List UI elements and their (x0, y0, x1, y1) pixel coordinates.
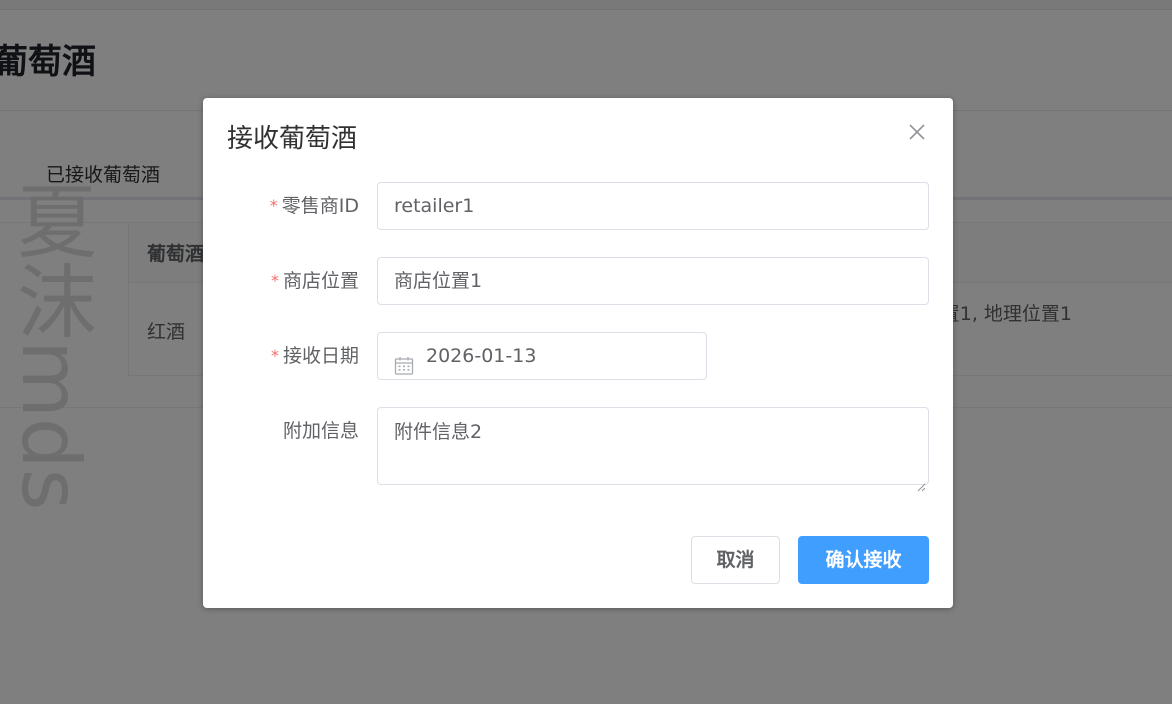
extra-info-label: 附加信息 (282, 420, 359, 442)
required-mark: * (269, 196, 278, 215)
retailer-id-input[interactable]: retailer1 (377, 182, 929, 230)
extra-info-value: 附件信息2 (394, 421, 483, 443)
close-icon[interactable] (903, 118, 931, 146)
receive-date-picker[interactable]: 2026-01-13 (377, 332, 707, 380)
receive-date-label: * 接收日期 (270, 345, 359, 367)
receive-date-value: 2026-01-13 (426, 345, 537, 367)
retailer-id-label: * 零售商ID (269, 195, 359, 217)
dialog-title: 接收葡萄酒 (227, 124, 358, 154)
cancel-button[interactable]: 取消 (691, 536, 780, 584)
store-location-input[interactable]: 商店位置1 (377, 257, 929, 305)
receive-wine-dialog: 接收葡萄酒 * 零售商ID retailer1 * 商店位置 商店位置1 * 接收日期 (203, 98, 953, 608)
resize-handle-icon[interactable] (916, 472, 926, 492)
store-location-label: * 商店位置 (270, 270, 359, 292)
confirm-receive-button[interactable]: 确认接收 (798, 536, 929, 584)
required-mark: * (270, 346, 279, 365)
extra-info-textarea[interactable]: 附件信息2 (377, 407, 929, 492)
calendar-icon (394, 347, 414, 375)
required-mark: * (270, 271, 279, 290)
